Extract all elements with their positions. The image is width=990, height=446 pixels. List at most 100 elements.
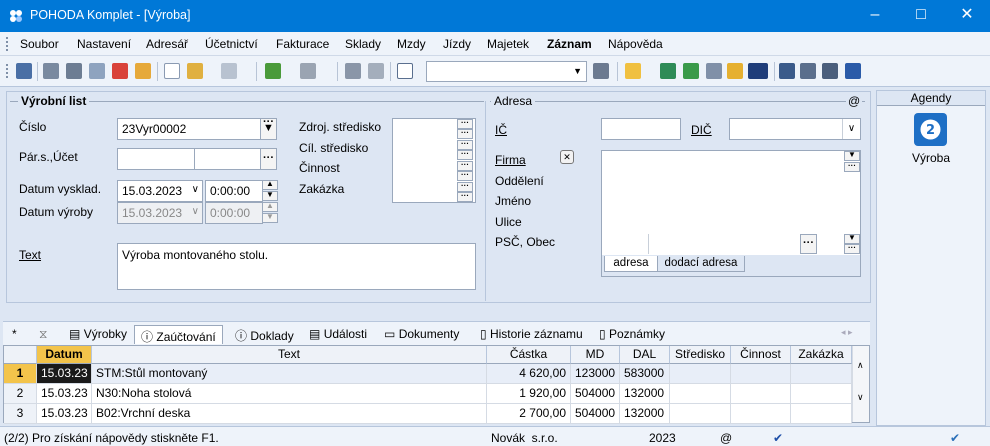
cell-castka[interactable]: 1 920,00 [487,384,571,404]
scroll-down-icon[interactable]: ∨ [857,392,864,403]
grid-header-stredisko[interactable]: Středisko [670,346,731,364]
save-icon[interactable] [345,63,361,79]
cell-dal[interactable]: 132000 [620,384,670,404]
menu-adresar[interactable]: Adresář [146,37,188,51]
vyroba-agenda-label[interactable]: Výroba [877,151,985,165]
cell-cinnost[interactable] [731,404,791,424]
back-arrow-icon[interactable] [265,63,281,79]
cislo-picker-button[interactable]: ··· ▼ [260,117,277,140]
folder-icon[interactable] [625,63,641,79]
tab-zauctovani[interactable]: ⓘ Zaúčtování [134,325,223,344]
email-at-icon[interactable]: @ [846,94,863,108]
filter-icon[interactable] [593,63,609,79]
cell-zakazka[interactable] [791,404,852,424]
cell-zakazka[interactable] [791,364,852,384]
cell-md[interactable]: 123000 [571,364,620,384]
cislo-input[interactable]: 23Vyr00002 [117,118,261,140]
menu-zaznam[interactable]: Záznam [547,37,592,51]
maximize-button[interactable]: □ [898,0,944,32]
tab-adresa[interactable]: adresa [604,256,658,272]
datum-vysklad-input[interactable]: 15.03.2023 ∨ [117,180,203,202]
tab-udalosti[interactable]: ▤ Události [303,325,373,344]
duplicate-icon[interactable] [397,63,413,79]
brush-icon[interactable] [187,63,203,79]
cell-md[interactable]: 504000 [571,384,620,404]
calculator-icon[interactable] [706,63,722,79]
ic-input[interactable] [601,118,681,140]
datum-vyroby-input[interactable]: 15.03.2023 ∨ [117,202,203,224]
table-row[interactable]: 2 15.03.23 N30:Noha stolová 1 920,00 504000 1… [4,384,852,404]
dic-combobox[interactable]: ∨ [729,118,861,140]
print-icon[interactable] [66,63,82,79]
cell-datum[interactable]: 15.03.23 [37,364,92,384]
cell-stredisko[interactable] [670,404,731,424]
coins-icon[interactable] [727,63,743,79]
minimize-button[interactable]: – [852,0,898,32]
vyroba-agenda-icon[interactable]: 2 [914,113,947,146]
cell-datum[interactable]: 15.03.23 [37,404,92,424]
cell-zakazka[interactable] [791,384,852,404]
address-box[interactable]: ▼ ··· ··· ▼ ··· adresa dodací adresa [601,150,861,277]
menu-nastaveni[interactable]: Nastavení [77,37,131,51]
bank-icon[interactable] [660,63,676,79]
menu-mzdy[interactable]: Mzdy [397,37,426,51]
table-row[interactable]: 1 15.03.23 STM:Stůl montovaný 4 620,00 12300… [4,364,852,384]
pdf-icon[interactable] [112,63,128,79]
export-icon[interactable] [135,63,151,79]
tab-vyrobky[interactable]: ▤ Výrobky [63,325,133,344]
copy-icon[interactable] [43,63,59,79]
grid-header-text[interactable]: Text [92,346,487,364]
zdroj-picker-button[interactable]: ··· [457,129,473,139]
cell-dal[interactable]: 583000 [620,364,670,384]
ucet-input[interactable] [194,148,261,170]
pars-picker-button[interactable]: ··· [260,148,277,170]
scroll-up-icon[interactable]: ∧ [857,360,864,371]
help-icon[interactable] [845,63,861,79]
table-row[interactable]: 3 15.03.23 B02:Vrchní deska 2 700,00 504000 1… [4,404,852,424]
menu-napoveda[interactable]: Nápověda [608,37,663,51]
grid-header-zakazka[interactable]: Zakázka [791,346,852,364]
cell-n[interactable]: 1 [4,364,37,384]
cell-castka[interactable]: 2 700,00 [487,404,571,424]
gear-icon[interactable] [300,63,316,79]
spin-down-button[interactable]: ▼ [262,191,278,201]
preview-icon[interactable] [89,63,105,79]
tab-historie[interactable]: ▯ Historie záznamu [474,325,589,344]
firma-picker-button[interactable]: ··· [844,162,860,172]
quick-search-combobox[interactable]: ▼ [426,61,587,82]
spin-up-button[interactable]: ▲ [262,202,278,212]
tab-poznamky[interactable]: ▯ Poznámky [593,325,671,344]
chevron-down-icon[interactable]: ∨ [192,206,199,217]
grid-header-md[interactable]: MD [571,346,620,364]
grid-header-datum[interactable]: Datum [37,346,92,364]
menu-majetek[interactable]: Majetek [487,37,529,51]
cell-text[interactable]: N30:Noha stolová [92,384,487,404]
iban-icon[interactable] [748,63,768,79]
list-icon[interactable] [800,63,816,79]
save-all-icon[interactable] [368,63,384,79]
cell-stredisko[interactable] [670,384,731,404]
cell-n[interactable]: 2 [4,384,37,404]
new-record-icon[interactable] [164,63,180,79]
grid-header-castka[interactable]: Částka [487,346,571,364]
pars-input[interactable] [117,148,195,170]
grid-header-cinnost[interactable]: Činnost [731,346,791,364]
tab-doklady[interactable]: ⓘ Doklady [229,325,300,344]
text-area[interactable]: Výroba montovaného stolu. [117,243,476,290]
tab-filter-icon[interactable]: ⧖ [33,325,53,344]
grid-header-dal[interactable]: DAL [620,346,670,364]
tab-star[interactable]: * [6,325,23,344]
close-button[interactable]: ✕ [944,0,990,32]
cas-vyroby-input[interactable]: 0:00:00 [205,202,263,224]
menu-ucetnictvi[interactable]: Účetnictví [205,37,258,51]
cell-text[interactable]: B02:Vrchní deska [92,404,487,424]
tab-dodaci-adresa[interactable]: dodací adresa [658,256,745,272]
cell-datum[interactable]: 15.03.23 [37,384,92,404]
menu-fakturace[interactable]: Fakturace [276,37,329,51]
screen-icon[interactable] [822,63,838,79]
cell-text[interactable]: STM:Stůl montovaný [92,364,487,384]
spin-up-button[interactable]: ▲ [262,180,278,190]
cell-cinnost[interactable] [731,364,791,384]
psc-picker-button[interactable]: ··· [844,244,860,254]
cas-vysklad-input[interactable]: 0:00:00 [205,180,263,202]
